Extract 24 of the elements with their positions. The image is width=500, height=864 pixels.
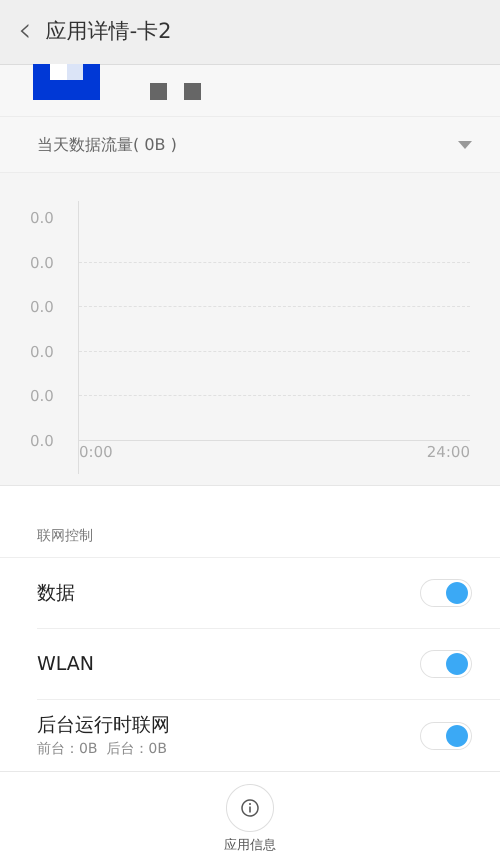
info-icon <box>241 799 259 817</box>
setting-label: 后台运行时联网 <box>37 712 170 738</box>
info-button[interactable] <box>226 784 274 832</box>
dropdown-caret-icon <box>458 140 472 148</box>
x-axis-label: 24:00 <box>426 442 470 462</box>
toggle-switch[interactable] <box>420 579 472 607</box>
y-axis-label: 0.0 <box>30 342 55 362</box>
usage-dropdown[interactable]: 当天数据流量( 0B ) <box>0 117 500 173</box>
y-axis-label: 0.0 <box>30 252 55 274</box>
y-axis-label: 0.0 <box>30 386 55 407</box>
toggle-switch[interactable] <box>420 722 472 750</box>
y-axis-label: 0.0 <box>30 430 55 452</box>
y-axis-label: 0.0 <box>30 297 55 318</box>
info-label: 应用信息 <box>224 837 276 855</box>
setting-label: WLAN <box>37 652 94 677</box>
y-axis-label: 0.0 <box>30 208 55 229</box>
redacted-name-drawing <box>150 83 201 100</box>
toggle-switch[interactable] <box>420 650 472 678</box>
window-title: 应用详情-卡2 <box>46 18 172 46</box>
x-axis-label: 0:00 <box>79 442 113 462</box>
back-button[interactable]: ‹ <box>18 13 32 51</box>
setting-subtitle: 前台：0B 后台：0B <box>37 740 168 760</box>
section-title: 联网控制 <box>37 527 93 546</box>
setting-label: 数据 <box>37 580 75 606</box>
